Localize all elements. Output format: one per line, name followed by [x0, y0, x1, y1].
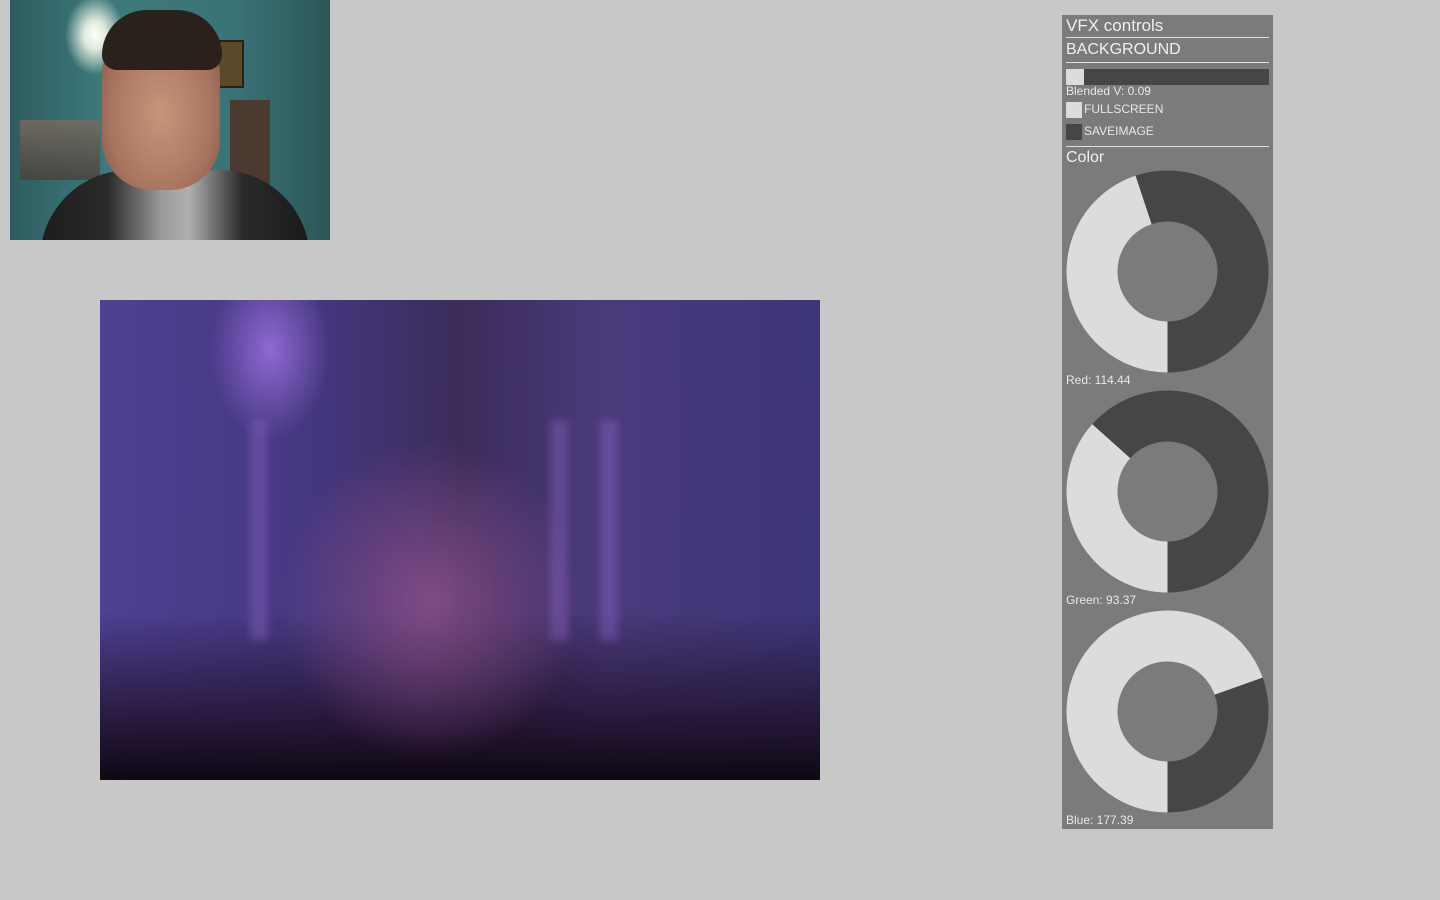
motion-streak — [250, 420, 268, 640]
background-shelf — [20, 120, 100, 180]
webcam-preview — [10, 0, 330, 240]
knob-value-arc — [1066, 424, 1168, 593]
blended-label: Blended V: 0.09 — [1066, 84, 1151, 98]
fullscreen-label: FULLSCREEN — [1084, 102, 1164, 116]
knob-track-arc — [1167, 677, 1269, 813]
blended-slider[interactable] — [1066, 69, 1269, 85]
green-label: Green: 93.37 — [1066, 593, 1137, 607]
blue-knob[interactable] — [1066, 610, 1269, 813]
fullscreen-toggle[interactable] — [1066, 102, 1082, 118]
color-section-title: Color — [1066, 149, 1105, 166]
divider — [1066, 62, 1269, 63]
red-label: Red: 114.44 — [1066, 373, 1131, 387]
group-title: BACKGROUND — [1066, 41, 1181, 58]
saveimage-toggle[interactable] — [1066, 124, 1082, 140]
motion-streak — [550, 420, 568, 640]
vfx-controls-panel: VFX controls BACKGROUND Blended V: 0.09 … — [1062, 15, 1273, 829]
saveimage-label: SAVEIMAGE — [1084, 124, 1154, 138]
blue-label: Blue: 177.39 — [1066, 813, 1134, 827]
divider — [1066, 37, 1269, 38]
processed-video-output — [100, 300, 820, 780]
panel-title: VFX controls — [1066, 16, 1164, 35]
divider — [1066, 146, 1269, 147]
person-hair — [102, 10, 222, 70]
green-knob[interactable] — [1066, 390, 1269, 593]
slider-fill — [1066, 69, 1085, 85]
motion-streak — [600, 420, 618, 640]
red-knob[interactable] — [1066, 170, 1269, 373]
